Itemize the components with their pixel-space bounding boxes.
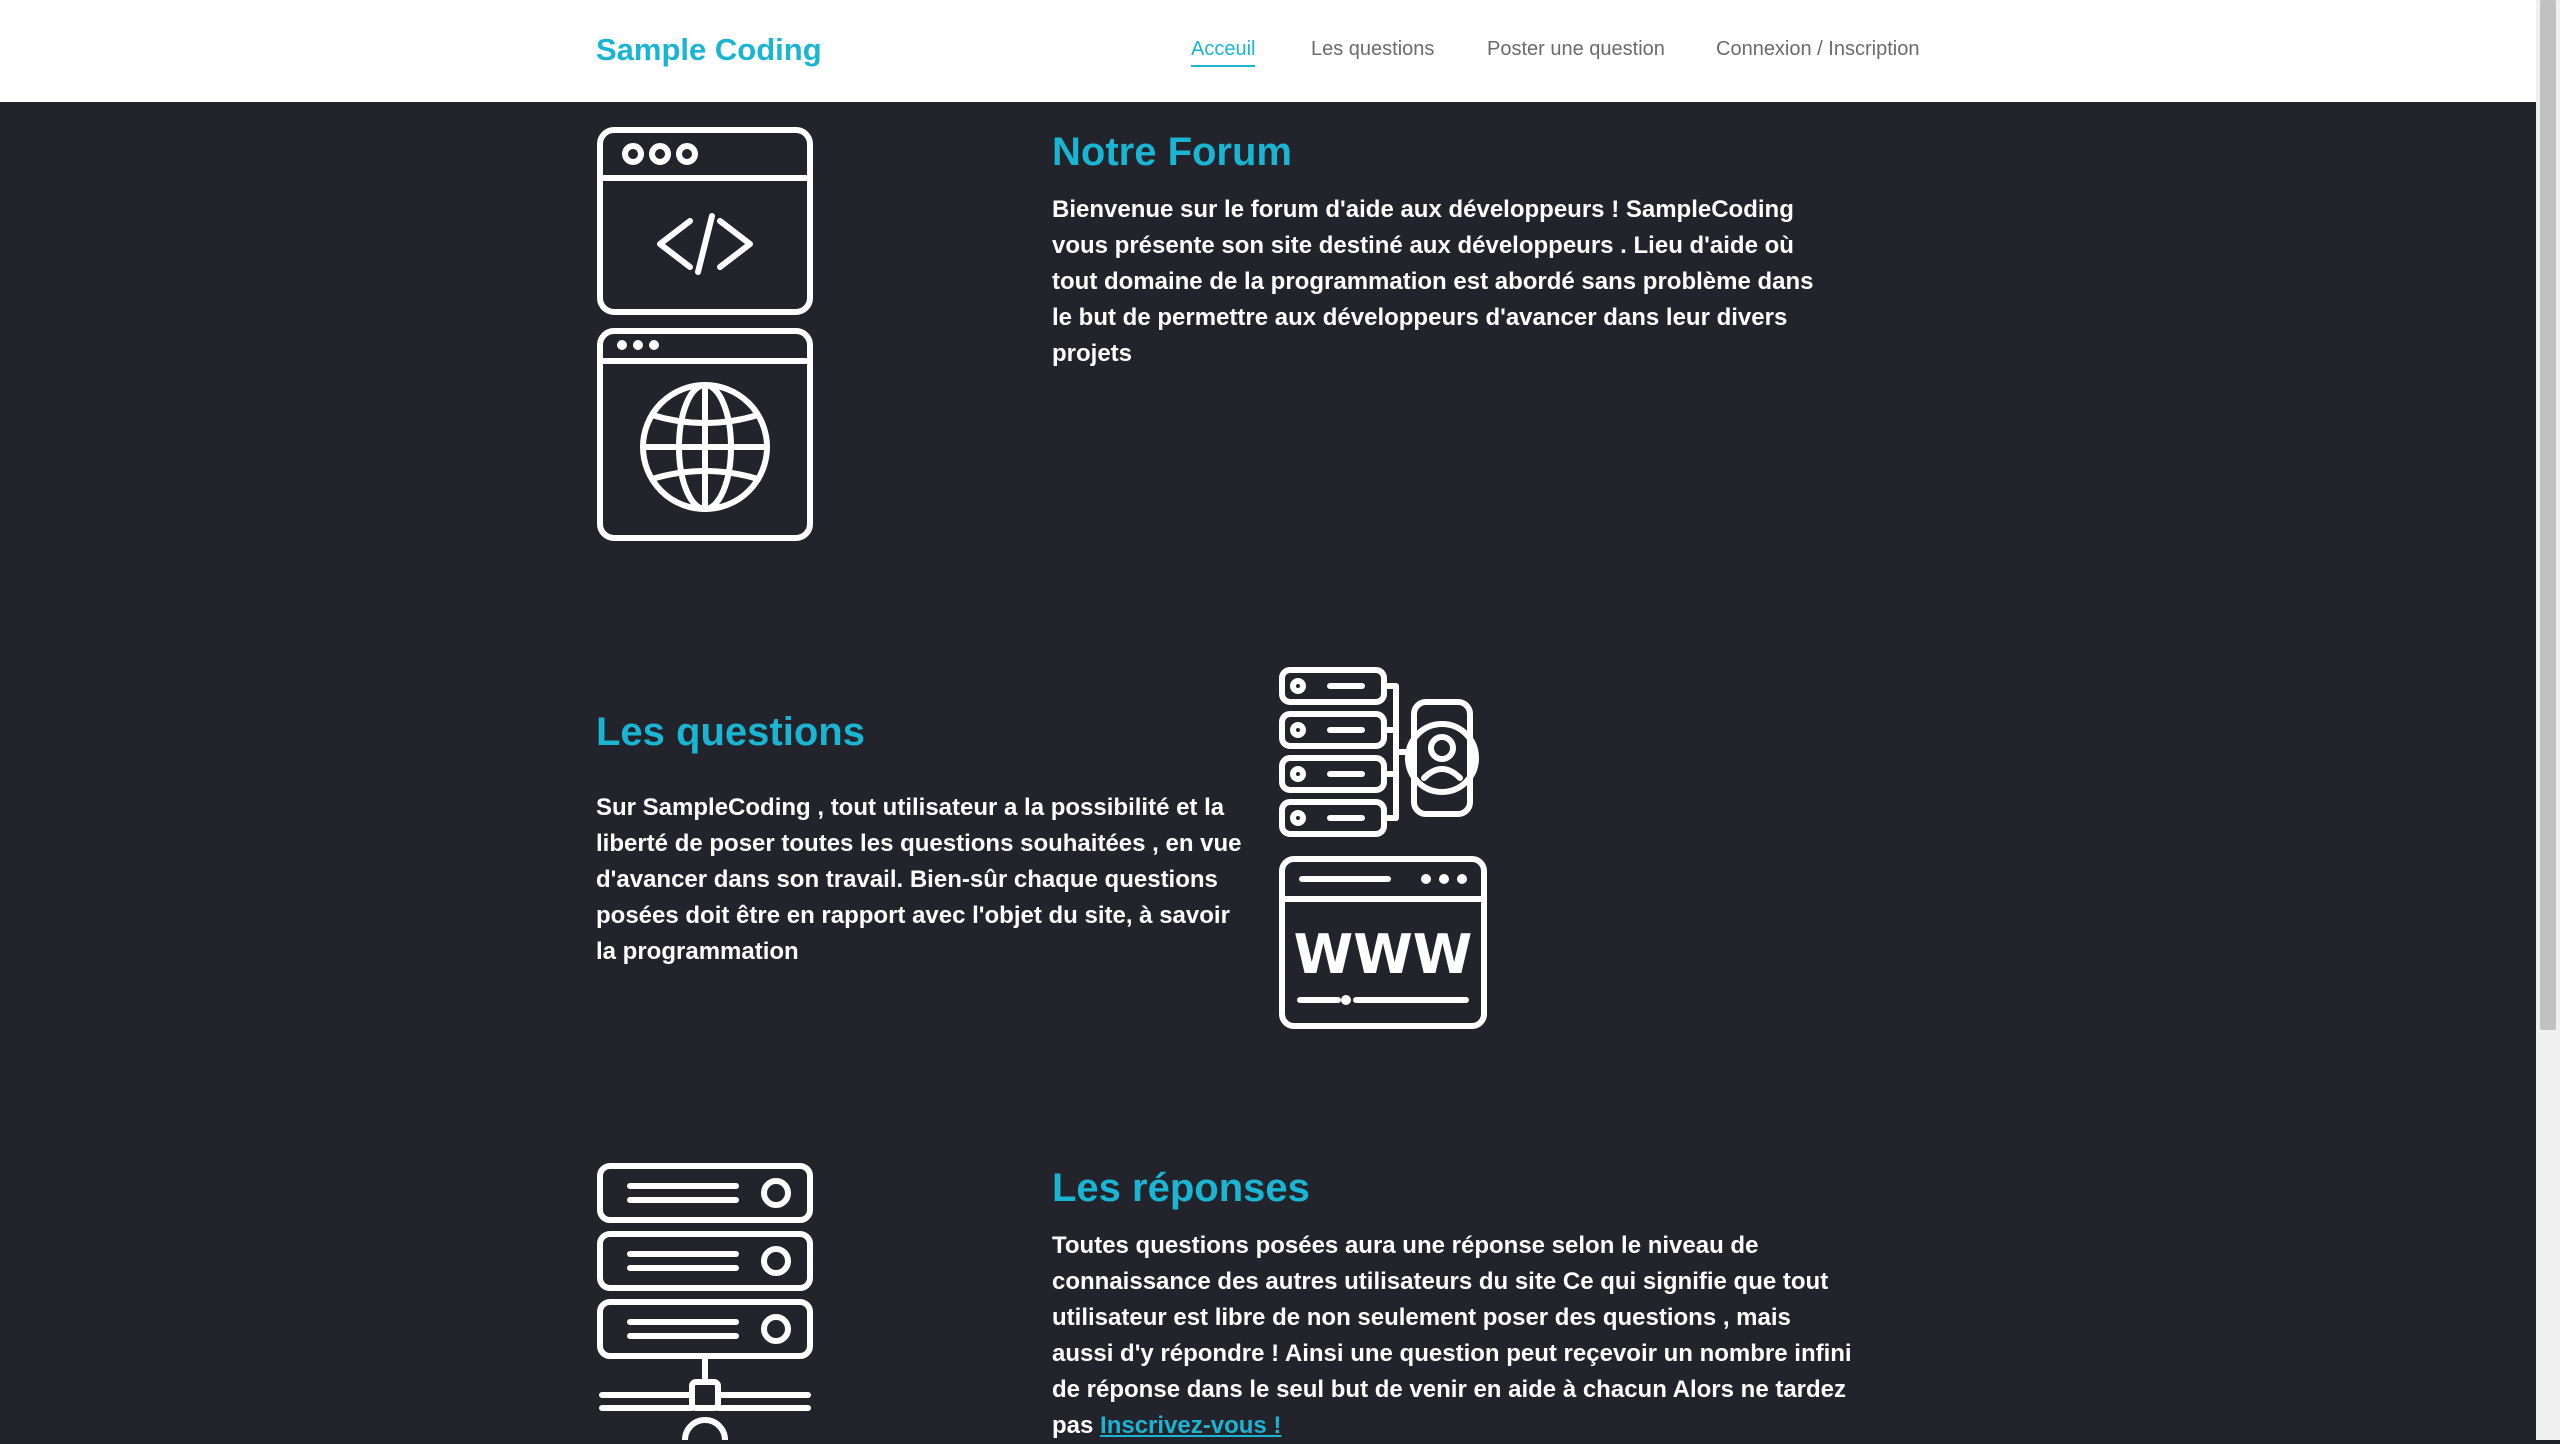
scrollbar-thumb[interactable] bbox=[2540, 0, 2556, 1030]
section-text-questions: Sur SampleCoding , tout utilisateur a la… bbox=[596, 794, 1242, 965]
signup-link[interactable]: Inscrivez-vous ! bbox=[1100, 1412, 1281, 1439]
nav-link-accueil[interactable]: Acceuil bbox=[1191, 38, 1256, 67]
brand-logo[interactable]: Sample Coding bbox=[596, 32, 822, 68]
server-user-icon bbox=[1279, 667, 1479, 837]
section-text-reponses: Toutes questions posées aura une réponse… bbox=[1052, 1228, 1852, 1444]
nav-link-connexion[interactable]: Connexion / Inscription bbox=[1716, 38, 1919, 65]
nav-link-poster-question[interactable]: Poster une question bbox=[1487, 38, 1665, 65]
www-window-icon: WWW bbox=[1279, 856, 1487, 1029]
section-title-forum: Notre Forum bbox=[1052, 130, 1292, 174]
navbar: Sample Coding Acceuil Les questions Post… bbox=[0, 0, 2536, 102]
globe-window-icon bbox=[597, 328, 813, 541]
vertical-scrollbar[interactable] bbox=[2536, 0, 2560, 1440]
code-window-icon bbox=[597, 127, 813, 315]
section-text-reponses-body: Toutes questions posées aura une réponse… bbox=[1052, 1232, 1852, 1439]
section-text-forum: Bienvenue sur le forum d'aide aux dévelo… bbox=[1052, 196, 1814, 367]
nav-link-questions[interactable]: Les questions bbox=[1311, 38, 1434, 65]
svg-text:WWW: WWW bbox=[1294, 923, 1473, 986]
section-title-reponses: Les réponses bbox=[1052, 1166, 1310, 1210]
section-title-questions: Les questions bbox=[596, 710, 865, 754]
server-network-icon bbox=[597, 1163, 813, 1440]
